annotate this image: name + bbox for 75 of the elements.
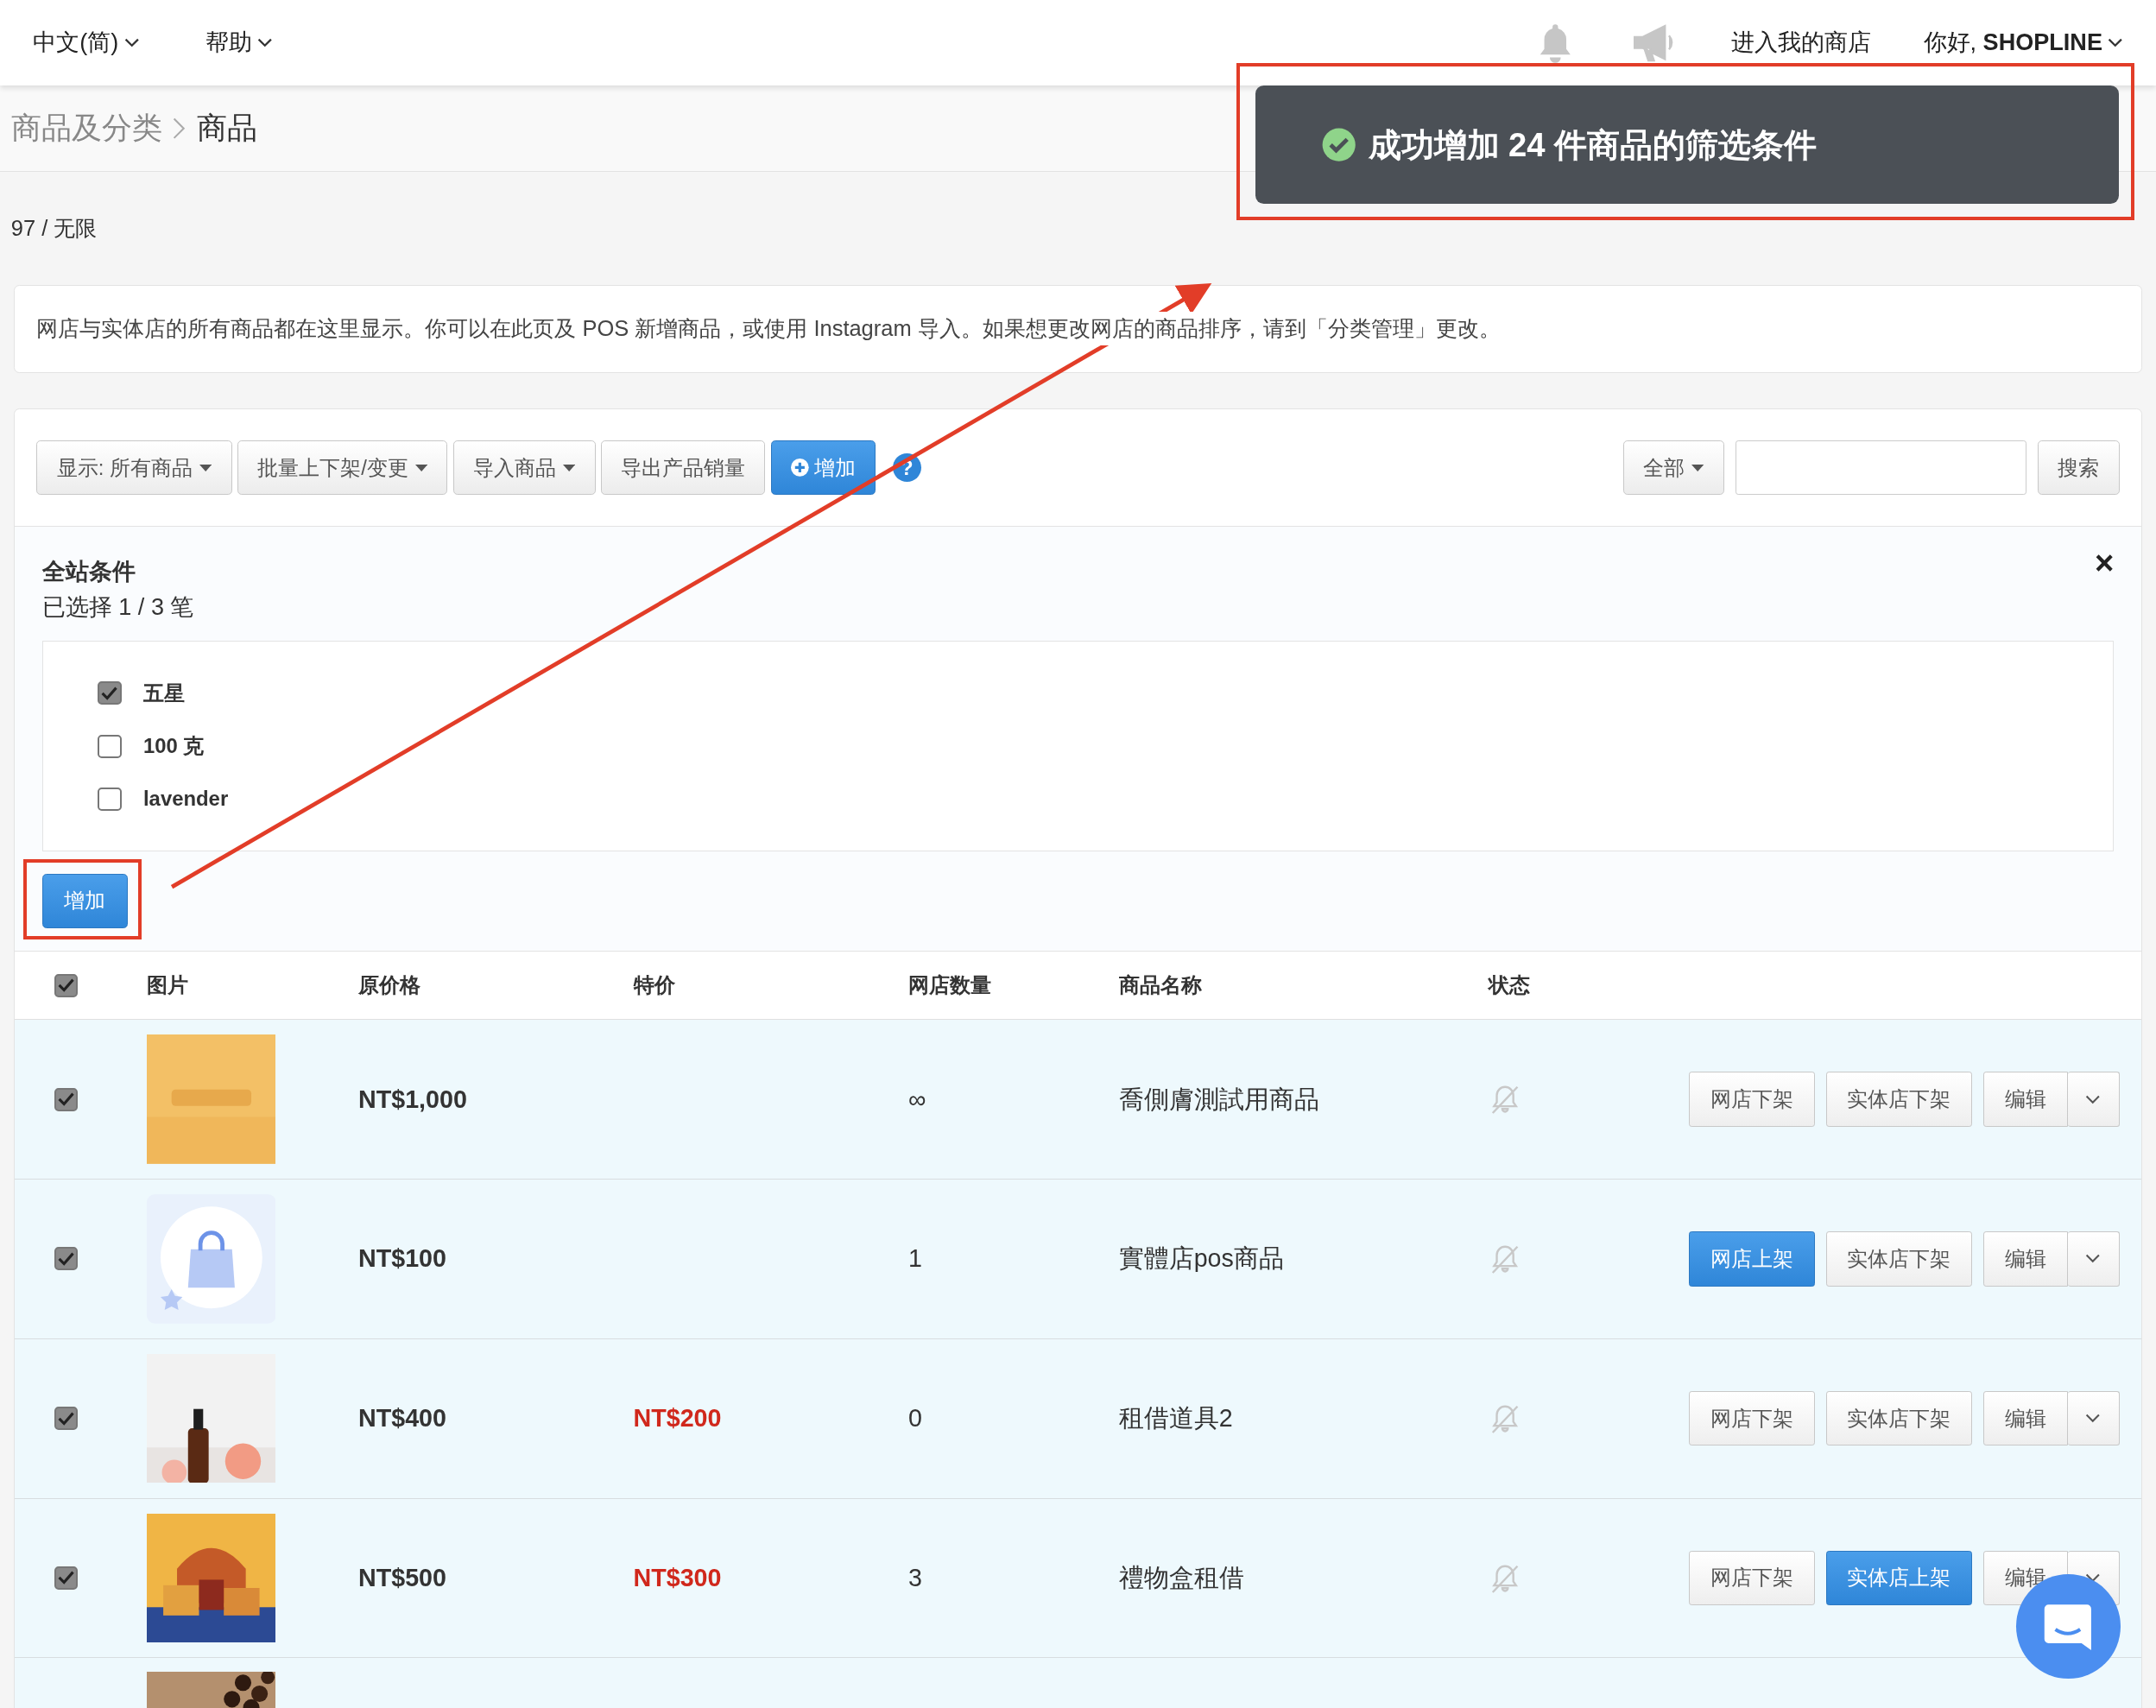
action-button[interactable]: 实体店下架: [1825, 1231, 1973, 1287]
scope-dropdown[interactable]: 全部: [1623, 440, 1725, 496]
product-name[interactable]: 實體店pos商品: [1118, 1244, 1284, 1273]
breadcrumb-current: 商品: [196, 110, 257, 147]
checkbox[interactable]: [98, 734, 122, 758]
caret-icon: [414, 464, 428, 471]
language-menu[interactable]: 中文(简): [33, 25, 140, 60]
action-button[interactable]: 实体店下架: [1825, 1072, 1973, 1128]
row-checkbox[interactable]: [54, 1407, 79, 1431]
store-link[interactable]: 进入我的商店: [1731, 25, 1872, 60]
toolbar-button[interactable]: 显示: 所有商品: [36, 440, 232, 496]
column-header: 网店数量: [908, 973, 992, 997]
checkbox[interactable]: [98, 681, 122, 705]
chevron-down-icon: [2085, 1094, 2101, 1104]
help-menu[interactable]: 帮助: [205, 25, 273, 60]
chevron-down-icon: [123, 37, 140, 47]
column-header: 商品名称: [1118, 973, 1202, 997]
edit-button[interactable]: 编辑: [1983, 1072, 2068, 1128]
chevron-down-icon: [2085, 1572, 2101, 1583]
checkbox[interactable]: [98, 787, 122, 811]
toolbar-button[interactable]: 批量上下架/变更: [237, 440, 448, 496]
chevron-down-icon: [2085, 1414, 2101, 1424]
quantity-text: 1: [908, 1244, 922, 1273]
plus-circle-icon: [791, 459, 809, 477]
column-header: 图片: [146, 973, 188, 997]
chevron-down-icon: [2108, 37, 2123, 47]
chevron-down-icon: [2085, 1254, 2101, 1264]
action-button[interactable]: 网店下架: [1689, 1390, 1815, 1446]
search-field[interactable]: [1735, 440, 2027, 496]
column-header: 状态: [1489, 973, 1531, 997]
price-text: NT$500: [358, 1563, 446, 1591]
sale-price-text: NT$200: [633, 1404, 722, 1433]
product-name[interactable]: 禮物盒租借: [1118, 1563, 1244, 1591]
price-text: NT$100: [358, 1244, 446, 1273]
quantity-text: 0: [908, 1404, 922, 1433]
search-button[interactable]: 搜索: [2038, 440, 2120, 496]
product-name[interactable]: 喬側膚測試用商品: [1118, 1085, 1319, 1113]
quantity-text: 3: [908, 1563, 922, 1591]
product-quota: 97 / 无限: [10, 215, 98, 243]
toast-message: 成功增加 24 件商品的筛选条件: [1368, 124, 1818, 165]
column-header: 原价格: [358, 973, 421, 997]
caret-icon: [562, 464, 576, 471]
chevron-down-icon: [256, 37, 273, 47]
placeholder-image-icon: [146, 1194, 276, 1324]
toolbar-button[interactable]: 导出产品销量: [600, 440, 766, 496]
caret-icon: [1691, 464, 1704, 471]
option-label: lavender: [143, 786, 229, 813]
dropdown-toggle-button[interactable]: [2067, 1072, 2120, 1128]
column-header: 特价: [633, 973, 675, 997]
dropdown-toggle-button[interactable]: [2067, 1231, 2120, 1287]
check-circle-icon: [1321, 126, 1357, 162]
chevron-right-icon: [173, 117, 186, 140]
row-checkbox[interactable]: [54, 1566, 79, 1590]
row-checkbox[interactable]: [54, 1087, 79, 1111]
price-text: NT$1,000: [358, 1085, 467, 1113]
dropdown-toggle-button[interactable]: [2067, 1390, 2120, 1446]
selection-count: 已选择 1 / 3 笔: [41, 591, 194, 622]
select-all-checkbox[interactable]: [54, 973, 79, 997]
caret-icon: [199, 464, 212, 471]
price-text: NT$400: [358, 1404, 446, 1433]
row-checkbox[interactable]: [54, 1247, 79, 1271]
edit-button[interactable]: 编辑: [1983, 1231, 2068, 1287]
action-button[interactable]: 实体店下架: [1825, 1390, 1973, 1446]
option-label: 五星: [143, 680, 185, 706]
close-button[interactable]: ×: [2094, 546, 2115, 579]
filter-title: 全站条件: [41, 557, 136, 587]
toolbar-button[interactable]: 导入商品: [452, 440, 596, 496]
product-name[interactable]: 租借道具2: [1118, 1404, 1233, 1433]
edit-button[interactable]: 编辑: [1983, 1390, 2068, 1446]
option-label: 100 克: [143, 733, 205, 760]
quantity-text: ∞: [908, 1085, 926, 1113]
sale-price-text: NT$300: [633, 1563, 722, 1591]
action-button[interactable]: 网店下架: [1689, 1072, 1815, 1128]
action-button[interactable]: 网店下架: [1689, 1550, 1815, 1606]
account-menu[interactable]: 你好, SHOPLINE: [1923, 25, 2123, 60]
